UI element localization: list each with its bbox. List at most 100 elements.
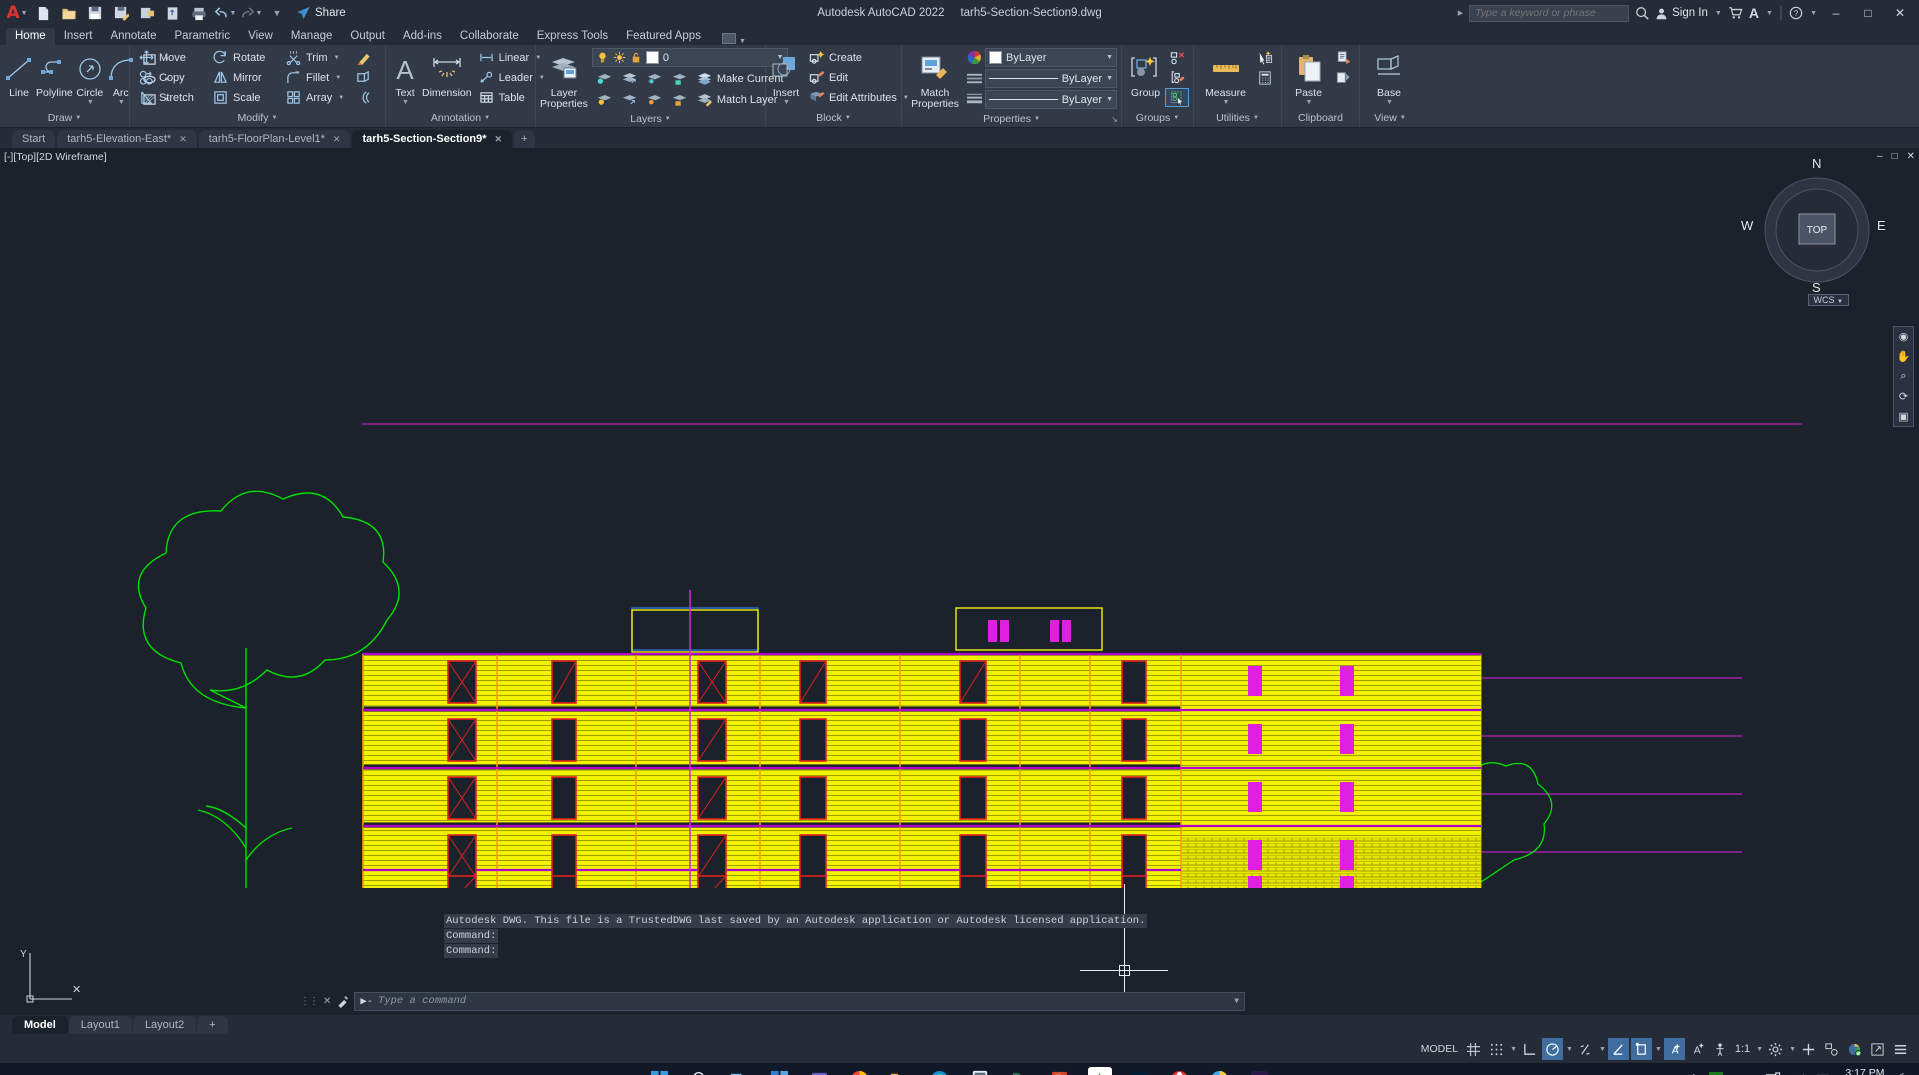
layout-tab-bar[interactable]: Model Layout1 Layout2 +: [0, 1015, 1919, 1035]
hardware-acceleration-button[interactable]: [1798, 1038, 1819, 1060]
doc-tab-start[interactable]: Start: [12, 130, 56, 148]
annotation-scale-person-icon[interactable]: [1710, 1038, 1730, 1060]
annotation-scale-value[interactable]: 1:1: [1732, 1038, 1753, 1060]
new-icon[interactable]: [30, 1, 56, 25]
tool-edit-block[interactable]: Edit: [804, 68, 913, 87]
minimize-button[interactable]: –: [1823, 1, 1849, 25]
layer-freeze-icon[interactable]: [613, 51, 626, 64]
tool-polyline[interactable]: Polyline: [36, 48, 73, 99]
tool-offset[interactable]: [351, 88, 379, 107]
tool-quick-calc[interactable]: [1253, 68, 1277, 87]
command-customize-icon[interactable]: [336, 995, 349, 1008]
status-bar[interactable]: MODEL ▼ ▼ ▼ ▼ A A 1:1 ▼ ▼: [0, 1035, 1919, 1063]
help-icon[interactable]: ?: [1789, 6, 1803, 20]
tool-group-edit[interactable]: [1165, 68, 1189, 87]
tool-erase[interactable]: [351, 48, 379, 67]
tool-cut-clip[interactable]: [1331, 68, 1355, 87]
tool-paste[interactable]: Paste ▼: [1286, 48, 1331, 106]
chrome-icon[interactable]: [848, 1067, 872, 1075]
task-view-icon[interactable]: [728, 1067, 752, 1075]
undo-icon[interactable]: ▼: [212, 1, 238, 25]
graphics-performance-button[interactable]: [1844, 1038, 1865, 1060]
tool-ungroup[interactable]: [1165, 48, 1189, 67]
paste-dropdown-icon[interactable]: ▼: [1306, 99, 1313, 106]
panel-layers-label[interactable]: Layers ▼: [536, 110, 765, 127]
insert-dropdown-icon[interactable]: ▼: [783, 99, 790, 106]
command-history-chevron-icon[interactable]: ▼: [1234, 997, 1239, 1006]
tool-measure[interactable]: Measure ▼: [1198, 48, 1253, 106]
command-drag-handle[interactable]: ⋮⋮: [300, 996, 319, 1007]
tool-copy-clip[interactable]: [1331, 48, 1355, 67]
opera-icon[interactable]: [1168, 1067, 1192, 1075]
autocad-icon[interactable]: [1087, 1067, 1112, 1075]
ribbon-tab-featured-apps[interactable]: Featured Apps: [617, 28, 710, 45]
array-dropdown-icon[interactable]: ▼: [338, 95, 344, 101]
tool-dimension[interactable]: Dimension: [422, 48, 472, 99]
new-layout-tab[interactable]: +: [197, 1016, 228, 1034]
save-cloud-icon[interactable]: [134, 1, 160, 25]
app-menu-icon[interactable]: A ▼: [4, 1, 30, 25]
tool-array[interactable]: Array ▼: [281, 88, 351, 107]
saveas-icon[interactable]: [108, 1, 134, 25]
ribbon-tab-express-tools[interactable]: Express Tools: [528, 28, 617, 45]
linetype-combo[interactable]: ByLayer ▼: [985, 69, 1117, 88]
tool-line[interactable]: Line: [4, 48, 34, 99]
tool-layer-properties[interactable]: Layer Properties: [540, 48, 588, 110]
linetype-combo-chevron-icon[interactable]: ▼: [1106, 75, 1113, 82]
maximize-button[interactable]: □: [1855, 1, 1881, 25]
widgets-icon[interactable]: [768, 1067, 792, 1075]
ortho-mode-toggle[interactable]: [1519, 1038, 1540, 1060]
command-close-icon[interactable]: ✕: [323, 996, 331, 1007]
lineweight-combo-chevron-icon[interactable]: ▼: [1106, 96, 1113, 103]
close-icon[interactable]: ✕: [179, 134, 187, 145]
layer-unlock[interactable]: [667, 90, 692, 109]
tool-circle[interactable]: Circle ▼: [75, 48, 105, 106]
doc-tab-elevation-east[interactable]: tarh5-Elevation-East* ✕: [57, 130, 197, 148]
doc-tab-section-section9[interactable]: tarh5-Section-Section9* ✕: [352, 130, 513, 148]
search-icon[interactable]: [1635, 6, 1649, 20]
teams-icon[interactable]: [808, 1067, 832, 1075]
cart-icon[interactable]: [1728, 6, 1743, 20]
polar-tracking-toggle[interactable]: [1542, 1038, 1564, 1060]
isolate-objects-button[interactable]: [1821, 1038, 1842, 1060]
tool-stretch[interactable]: Stretch: [134, 88, 208, 107]
annotation-visibility-toggle[interactable]: A: [1663, 1038, 1685, 1060]
ribbon-tab-manage[interactable]: Manage: [282, 28, 342, 45]
clean-screen-button[interactable]: [1867, 1038, 1888, 1060]
snap-mode-toggle[interactable]: [1486, 1038, 1507, 1060]
workspace-switching-button[interactable]: [1765, 1038, 1786, 1060]
tool-move[interactable]: Move: [134, 48, 208, 67]
tool-copy[interactable]: Copy: [134, 68, 208, 87]
color-wheel-icon[interactable]: [967, 50, 982, 65]
share-button[interactable]: Share: [296, 6, 346, 20]
layer-combo[interactable]: 0 ▼: [591, 48, 788, 67]
layer-lock-icon[interactable]: [630, 51, 642, 64]
customize-qat-icon[interactable]: ▼: [264, 1, 290, 25]
panel-modify-label[interactable]: Modify ▼: [130, 108, 385, 127]
osnap-chevron-icon[interactable]: ▼: [1655, 1046, 1662, 1053]
layer-on[interactable]: [592, 90, 617, 109]
powerpoint-icon[interactable]: [1048, 1067, 1072, 1075]
panel-view-label[interactable]: View ▼: [1360, 108, 1420, 127]
tool-group[interactable]: Group: [1126, 48, 1165, 99]
new-document-tab[interactable]: +: [514, 130, 535, 148]
edge-icon[interactable]: [928, 1067, 952, 1075]
panel-draw-label[interactable]: Draw ▼: [0, 109, 129, 127]
tool-insert-block[interactable]: Insert ▼: [770, 48, 802, 106]
ribbon-tab-bar[interactable]: Home Insert Annotate Parametric View Man…: [0, 26, 1919, 45]
layout-tab-layout1[interactable]: Layout1: [68, 1016, 132, 1034]
tool-fillet[interactable]: Fillet ▼: [281, 68, 351, 87]
app-chevron-icon[interactable]: ▼: [1766, 10, 1773, 17]
ribbon-tab-collaborate[interactable]: Collaborate: [451, 28, 528, 45]
polar-chevron-icon[interactable]: ▼: [1566, 1046, 1573, 1053]
object-snap-toggle[interactable]: [1630, 1038, 1652, 1060]
object-snap-tracking-toggle[interactable]: [1607, 1038, 1629, 1060]
snap-chevron-icon[interactable]: ▼: [1510, 1046, 1517, 1053]
doc-tab-floorplan-level1[interactable]: tarh5-FloorPlan-Level1* ✕: [198, 130, 351, 148]
tool-create-block[interactable]: Create: [804, 48, 913, 67]
panel-properties-label[interactable]: Properties ▼: [902, 110, 1121, 127]
properties-dialog-launcher-icon[interactable]: ↘: [1111, 115, 1118, 124]
panel-block-label[interactable]: Block ▼: [766, 108, 901, 127]
quick-access-toolbar[interactable]: A ▼ ▼ ▼ ▼ Share: [0, 1, 346, 25]
lineweight-combo[interactable]: ByLayer ▼: [985, 90, 1117, 109]
